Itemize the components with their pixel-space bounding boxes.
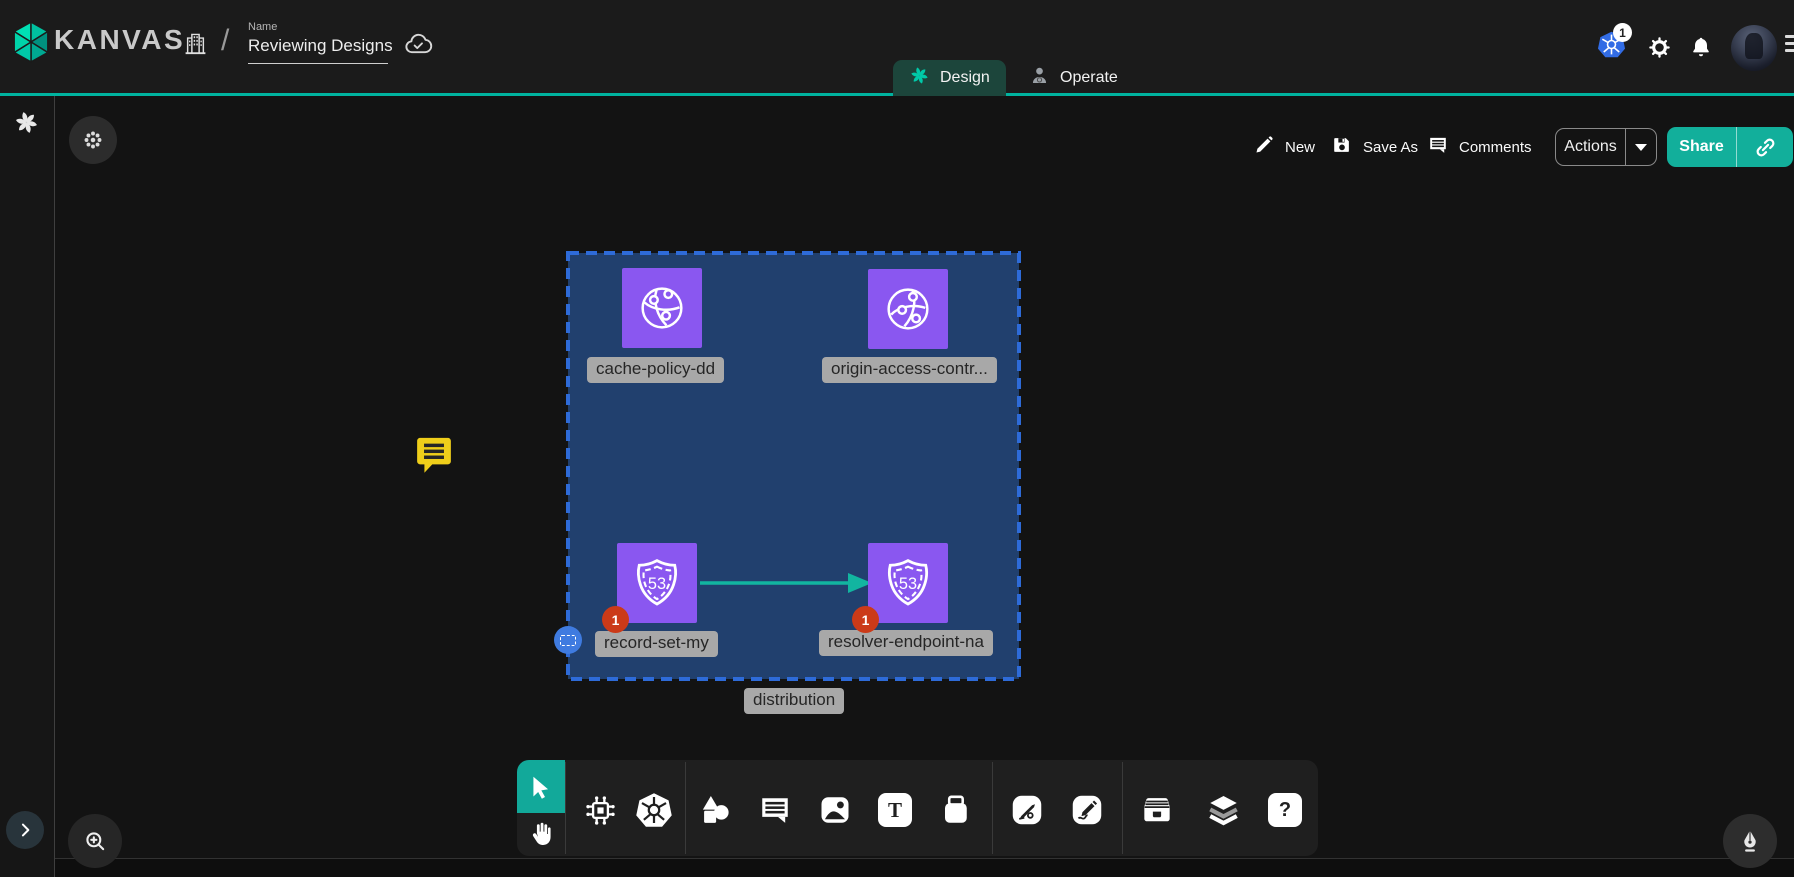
node-cache-policy[interactable] (622, 268, 702, 348)
svg-text:53: 53 (899, 575, 917, 593)
svg-text:53: 53 (648, 575, 666, 593)
node-record-set[interactable]: 53 (617, 543, 697, 623)
copy-link-button[interactable] (1737, 135, 1793, 160)
node-badge-record-set[interactable]: 1 (602, 606, 629, 633)
actions-caret-button[interactable] (1626, 144, 1656, 151)
node-label-origin-access-control[interactable]: origin-access-contr... (822, 357, 997, 383)
tab-design[interactable]: Design (893, 60, 1006, 96)
chevron-down-icon (1635, 144, 1647, 151)
dashed-rect-icon (560, 635, 576, 646)
components-loading-spinner (69, 116, 117, 164)
text-tool[interactable]: T (876, 774, 914, 846)
settings-gear-icon[interactable] (1647, 35, 1672, 60)
design-name-field[interactable]: Name Reviewing Designs (248, 21, 388, 64)
sticky-note-icon (939, 792, 975, 828)
pencil-tool[interactable] (1068, 774, 1106, 846)
comment-bubble-icon (757, 792, 793, 828)
toolbar-divider (685, 762, 686, 854)
kubernetes-helm-icon (635, 791, 673, 829)
toolbar-divider (1122, 762, 1123, 854)
tab-operate[interactable]: Operate (1013, 60, 1134, 96)
cloud-saved-icon (403, 29, 433, 64)
kubernetes-tool[interactable] (635, 774, 673, 846)
comment-tool[interactable] (756, 774, 794, 846)
top-header: KANVAS / Name Reviewing Designs (0, 0, 1794, 96)
node-label-resolver-endpoint[interactable]: resolver-endpoint-na (819, 630, 993, 656)
window-bottom-strip (0, 858, 1794, 877)
help-icon: ? (1268, 793, 1302, 827)
comments-button[interactable]: Comments (1427, 129, 1532, 165)
pen-tool[interactable] (1008, 774, 1046, 846)
pan-hand-tool[interactable] (527, 818, 555, 850)
share-button-label: Share (1667, 138, 1736, 156)
user-avatar[interactable] (1731, 25, 1777, 71)
hand-icon (527, 818, 555, 850)
actions-button-label: Actions (1556, 138, 1625, 156)
comments-chat-icon (1427, 134, 1449, 161)
save-as-button-label: Save As (1363, 139, 1418, 156)
layers-icon (1205, 792, 1242, 829)
toolbar-divider (565, 762, 566, 854)
app-window: KANVAS / Name Reviewing Designs (0, 0, 1794, 877)
shapes-icon (697, 792, 734, 829)
help-tool[interactable]: ? (1266, 774, 1304, 846)
pencil-icon (1253, 134, 1275, 161)
image-icon (817, 792, 853, 828)
actions-dropdown-button[interactable]: Actions (1555, 128, 1657, 166)
select-tool-active[interactable] (517, 760, 565, 813)
text-tool-icon: T (878, 793, 912, 827)
canvas-comment-marker[interactable] (411, 431, 457, 477)
pen-path-icon (1009, 792, 1045, 828)
save-as-button[interactable]: Save As (1331, 129, 1418, 165)
node-resolver-endpoint[interactable]: 53 (868, 543, 948, 623)
node-origin-access-control[interactable] (868, 269, 948, 349)
organization-icon[interactable] (181, 29, 210, 63)
group-selection-handle[interactable] (554, 626, 582, 654)
breadcrumb-separator: / (221, 24, 229, 58)
tab-design-label: Design (940, 69, 990, 87)
node-label-cache-policy[interactable]: cache-policy-dd (587, 357, 724, 383)
kubernetes-context-badge: 1 (1613, 23, 1632, 42)
floppy-save-icon (1331, 134, 1353, 161)
link-icon (1753, 135, 1778, 160)
freehand-pencil-icon (1069, 792, 1105, 828)
new-button[interactable]: New (1253, 129, 1315, 165)
expand-sidebar-button[interactable] (6, 811, 44, 849)
drawer-archive-icon (1138, 791, 1176, 829)
notifications-bell-icon[interactable] (1689, 35, 1713, 59)
mesh-sync-tool[interactable] (581, 774, 619, 846)
operator-person-icon (1029, 65, 1050, 91)
design-swirl-icon (909, 65, 930, 91)
zoom-in-button[interactable] (68, 814, 122, 868)
image-tool[interactable] (816, 774, 854, 846)
brand-wordmark: KANVAS (54, 24, 185, 56)
new-button-label: New (1285, 139, 1315, 156)
node-badge-resolver-endpoint[interactable]: 1 (852, 606, 879, 633)
shapes-tool[interactable] (696, 774, 734, 846)
toolbar-divider (992, 762, 993, 854)
chip-mesh-icon (582, 792, 619, 829)
drawer-tool[interactable] (1138, 774, 1176, 846)
node-label-record-set[interactable]: record-set-my (595, 631, 718, 657)
notes-tool[interactable] (938, 774, 976, 846)
cursor-arrow-icon (528, 774, 554, 800)
comments-button-label: Comments (1459, 139, 1532, 156)
layers-tool[interactable] (1204, 774, 1242, 846)
menu-hamburger-icon[interactable] (1785, 35, 1794, 56)
group-label-distribution[interactable]: distribution (744, 688, 844, 714)
sidebar-swirl-icon[interactable] (13, 109, 40, 141)
kanvas-logo-icon[interactable] (12, 21, 50, 68)
share-button[interactable]: Share (1667, 127, 1793, 167)
design-name-value[interactable]: Reviewing Designs (248, 36, 388, 64)
left-sidebar (0, 96, 55, 877)
pen-nib-button[interactable] (1723, 814, 1777, 868)
name-field-label: Name (248, 21, 388, 33)
tab-operate-label: Operate (1060, 69, 1118, 87)
